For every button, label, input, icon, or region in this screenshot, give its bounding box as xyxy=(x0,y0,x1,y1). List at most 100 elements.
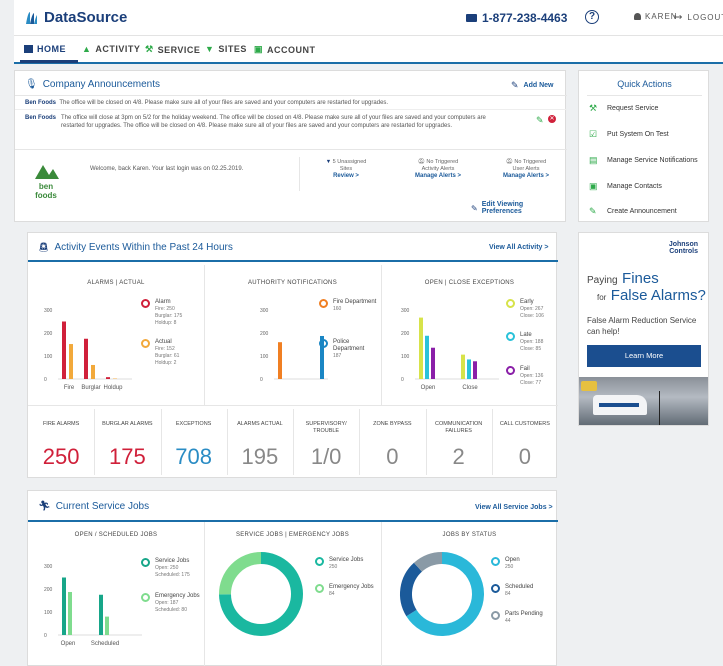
bar-service-jobs[interactable] xyxy=(99,594,103,635)
stat-value[interactable]: 2 xyxy=(426,444,492,470)
fail-close-value: Close: 77 xyxy=(520,380,542,386)
learn-more-button[interactable]: Learn More xyxy=(587,345,701,367)
bar-fail[interactable] xyxy=(473,361,477,379)
y-tick-label: 0 xyxy=(260,377,263,383)
bar-service-jobs[interactable] xyxy=(62,577,66,636)
stat-label: FIRE ALARMS xyxy=(42,421,80,427)
manage-service-notifications-action[interactable]: ▤ Manage Service Notifications xyxy=(589,156,698,165)
y-tick-label: 200 xyxy=(44,331,53,337)
ad-police-car-image xyxy=(579,377,708,425)
stat-value[interactable]: 250 xyxy=(28,444,94,470)
alarms-actual-title: ALARMS | ACTUAL xyxy=(87,280,145,286)
d-service-legend-ring xyxy=(315,557,324,566)
stat-value[interactable]: 0 xyxy=(492,444,558,470)
stat-value[interactable]: 708 xyxy=(161,444,227,470)
service-card: 🏃︎ Current Service Jobs View All Service… xyxy=(27,490,558,666)
brand-logo[interactable]: DataSource xyxy=(24,9,127,26)
manage-contacts-action[interactable]: ▣ Manage Contacts xyxy=(589,182,662,191)
bar-emergency-jobs[interactable] xyxy=(105,616,109,635)
actual-holdup-value: Holdup: 2 xyxy=(155,360,177,366)
y-tick-label: 100 xyxy=(44,610,53,616)
open-scheduled-jobs-title: OPEN / SCHEDULED JOBS xyxy=(74,532,158,538)
bar-early[interactable] xyxy=(461,354,465,379)
s-scheduled-value: 84 xyxy=(505,591,511,597)
tab-account-label: ACCOUNT xyxy=(267,44,316,55)
edit-pencil-icon[interactable]: ✎ xyxy=(536,115,544,126)
bar-alarm[interactable] xyxy=(106,377,110,379)
y-tick-label: 300 xyxy=(44,564,53,570)
user-icon xyxy=(634,13,641,20)
bar-late[interactable] xyxy=(425,335,429,379)
phone-card-icon xyxy=(466,14,477,22)
stat-value[interactable]: 195 xyxy=(227,444,293,470)
slice-parts-pending[interactable] xyxy=(413,552,443,572)
add-new-label: Add New xyxy=(523,82,554,89)
help-icon[interactable]: ? xyxy=(585,10,599,24)
view-all-activity-link[interactable]: View All Activity > xyxy=(489,244,548,251)
bar-actual[interactable] xyxy=(69,344,73,379)
bar-alarm[interactable] xyxy=(62,321,66,380)
tab-service[interactable]: ⚒ SERVICE xyxy=(145,44,200,55)
view-all-service-jobs-link[interactable]: View All Service Jobs > xyxy=(475,504,553,511)
slice-scheduled[interactable] xyxy=(400,562,423,617)
put-system-on-test-action[interactable]: ☑ Put System On Test xyxy=(589,130,669,139)
y-tick-label: 200 xyxy=(260,331,269,337)
s-parts-label: Parts Pending xyxy=(505,611,543,617)
activity-header: 🚨︎ Activity Events Within the Past 24 Ho… xyxy=(38,242,233,253)
announcement-text: The office will close at 3pm on 5/2 for … xyxy=(61,115,486,129)
s-scheduled-label: Scheduled xyxy=(505,584,534,590)
request-service-action[interactable]: ⚒ Request Service xyxy=(589,104,658,113)
stat3-line2: User Alerts xyxy=(512,166,540,172)
create-announcement-action[interactable]: ✎ Create Announcement xyxy=(589,207,677,216)
logout-label: LOGOUT xyxy=(687,13,723,22)
manage-activity-alerts-link[interactable]: Manage Alerts > xyxy=(415,173,461,179)
bar-early[interactable] xyxy=(419,317,423,379)
tab-account[interactable]: ▣ ACCOUNT xyxy=(254,44,316,55)
service-header: 🏃︎ Current Service Jobs xyxy=(38,501,149,512)
late-label: Late xyxy=(520,332,532,338)
delete-icon[interactable]: ✕ xyxy=(548,115,556,123)
activity-title: Activity Events Within the Past 24 Hours xyxy=(54,242,233,253)
review-link[interactable]: Review > xyxy=(333,173,359,179)
fail-legend: Fail Open: 136 Close: 77 xyxy=(520,366,543,387)
bar-late[interactable] xyxy=(467,359,471,379)
stat-value[interactable]: 1/0 xyxy=(293,444,359,470)
divider xyxy=(204,522,205,666)
slice-emergency-jobs[interactable] xyxy=(219,552,262,595)
announcement-text: The office will be closed on 4/8. Please… xyxy=(59,100,389,106)
s-open-legend-ring xyxy=(491,557,500,566)
edit-viewing-preferences[interactable]: ✎ Edit Viewing Preferences xyxy=(471,201,565,215)
manage-user-alerts-link[interactable]: Manage Alerts > xyxy=(503,173,549,179)
stat-value[interactable]: 0 xyxy=(359,444,425,470)
jobs-by-status-title: JOBS BY STATUS xyxy=(442,532,497,538)
user-menu[interactable]: KAREN xyxy=(634,12,678,21)
service-jobs-label: Service Jobs xyxy=(155,558,190,564)
stat3-line1: No Triggered xyxy=(514,159,547,165)
announcement-item: Ben Foods The office will be closed on 4… xyxy=(25,99,545,107)
service-scheduled-value: Scheduled: 175 xyxy=(155,572,190,578)
account-card-icon: ▣ xyxy=(254,44,264,54)
stat-value[interactable]: 175 xyxy=(94,444,160,470)
tab-home[interactable]: HOME xyxy=(24,44,66,54)
bar-fail[interactable] xyxy=(431,347,435,379)
false-alarm-ad[interactable]: Johnson Controls Paying Fines for False … xyxy=(578,232,709,426)
tab-service-label: SERVICE xyxy=(157,44,201,55)
announcement-company: Ben Foods xyxy=(25,115,56,121)
alarm-fire-value: Fire: 250 xyxy=(155,306,175,312)
add-new-button[interactable]: ✎ Add New xyxy=(511,80,554,91)
s-scheduled-legend: Scheduled 84 xyxy=(505,584,533,598)
qa-label: Manage Service Notifications xyxy=(607,157,698,164)
d-service-label: Service Jobs xyxy=(329,557,364,563)
bar-emergency-jobs[interactable] xyxy=(68,591,72,635)
bar-fire-department[interactable] xyxy=(278,342,282,379)
logout-button[interactable]: ↦ LOGOUT xyxy=(674,12,723,23)
stat2-line1: No Triggered xyxy=(426,159,459,165)
support-phone[interactable]: 1-877-238-4463 xyxy=(466,11,567,25)
tab-activity[interactable]: ▲ ACTIVITY xyxy=(82,44,140,54)
announcements-title: Company Announcements xyxy=(42,79,160,90)
bar-actual[interactable] xyxy=(91,364,95,379)
user-alerts-stat: 🔕︎ No Triggered User Alerts Manage Alert… xyxy=(491,159,561,180)
stat-label: SUPERVISORY/ TROUBLE xyxy=(305,421,347,434)
tab-sites[interactable]: ▼ SITES xyxy=(205,44,247,54)
bar-alarm[interactable] xyxy=(84,338,88,379)
